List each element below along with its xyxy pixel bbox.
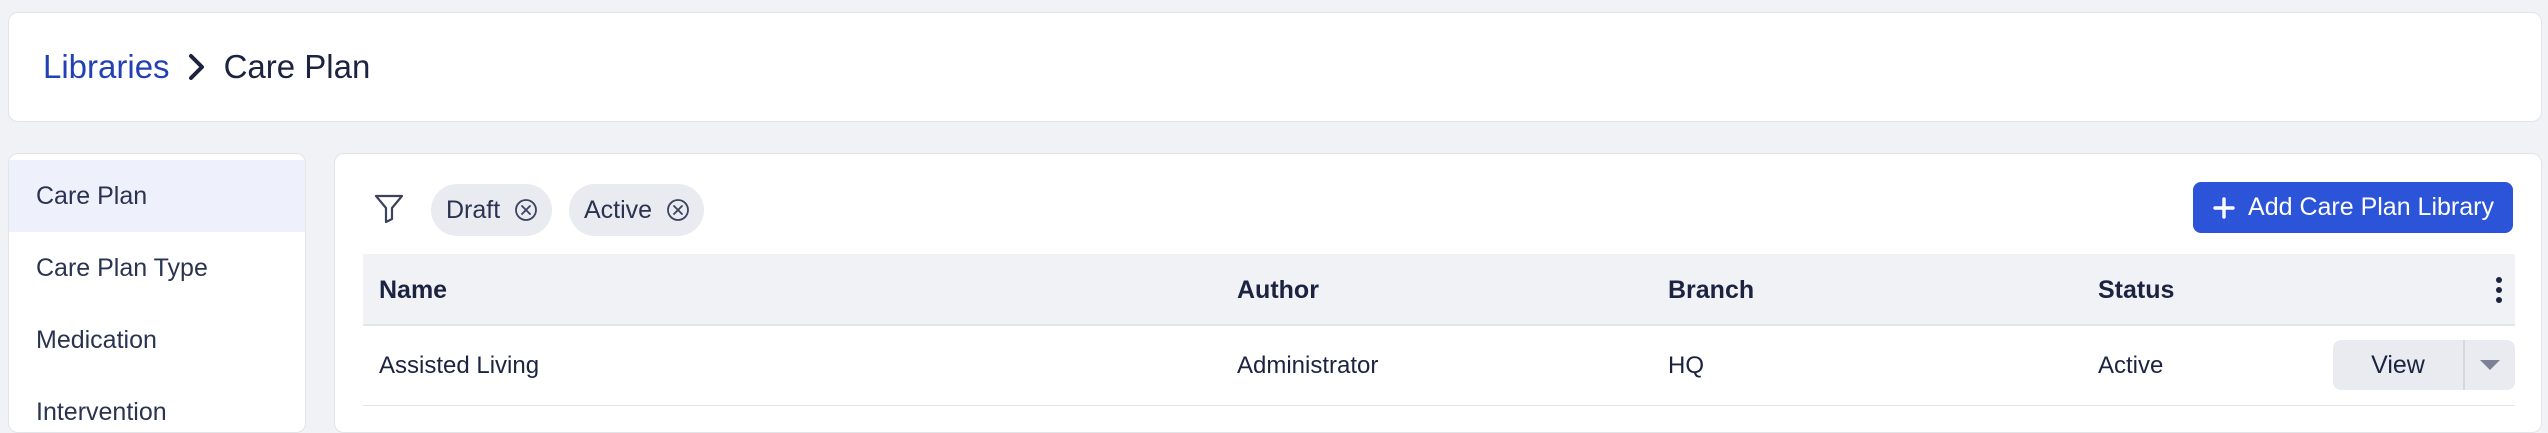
care-plan-table: Name Author Branch Status Assisted Livin… xyxy=(363,254,2515,406)
sidebar-item-medication[interactable]: Medication xyxy=(9,304,305,376)
sidebar-item-label: Care Plan Type xyxy=(36,253,208,282)
chevron-down-icon[interactable] xyxy=(2465,340,2515,390)
chevron-right-icon xyxy=(188,54,206,80)
breadcrumb: Libraries Care Plan xyxy=(43,48,370,86)
page-title: Care Plan xyxy=(223,48,371,85)
filter-icon[interactable] xyxy=(373,192,405,229)
add-button-label: Add Care Plan Library xyxy=(2248,193,2494,221)
column-header-author[interactable]: Author xyxy=(1237,254,1319,326)
breadcrumb-libraries-link[interactable]: Libraries xyxy=(43,48,170,86)
sidebar-item-label: Intervention xyxy=(36,397,167,426)
sidebar-item-care-plan-type[interactable]: Care Plan Type xyxy=(9,232,305,304)
table-header: Name Author Branch Status xyxy=(363,254,2515,326)
sidebar-item-label: Care Plan xyxy=(36,181,148,210)
plus-icon xyxy=(2212,196,2236,220)
filter-chip-label: Active xyxy=(584,195,653,224)
close-circle-icon[interactable] xyxy=(514,198,538,222)
main-panel: Draft Active Add Care Plan Library Name … xyxy=(334,153,2542,433)
sidebar-item-care-plan[interactable]: Care Plan xyxy=(9,160,305,232)
sidebar-item-intervention[interactable]: Intervention xyxy=(9,376,305,432)
filter-chip-label: Draft xyxy=(446,195,501,224)
column-header-name[interactable]: Name xyxy=(379,254,447,326)
filter-toolbar: Draft Active Add Care Plan Library xyxy=(335,154,2541,254)
column-header-branch[interactable]: Branch xyxy=(1668,254,1754,326)
cell-name: Assisted Living xyxy=(379,352,540,379)
filter-chip-draft: Draft xyxy=(431,184,553,236)
column-header-status[interactable]: Status xyxy=(2098,254,2174,326)
filter-chip-active: Active xyxy=(569,184,705,236)
view-button[interactable]: View xyxy=(2333,340,2465,390)
add-care-plan-library-button[interactable]: Add Care Plan Library xyxy=(2193,182,2513,233)
row-action-split-button: View xyxy=(2333,340,2515,390)
header-card: Libraries Care Plan xyxy=(8,12,2542,122)
cell-author: Administrator xyxy=(1237,352,1379,379)
cell-branch: HQ xyxy=(1668,352,1704,379)
sidebar-item-label: Medication xyxy=(36,325,157,354)
kebab-menu-icon[interactable] xyxy=(2495,276,2503,309)
close-circle-icon[interactable] xyxy=(666,198,690,222)
sidebar: Care Plan Care Plan Type Medication Inte… xyxy=(8,153,306,433)
table-row: Assisted Living Administrator HQ Active … xyxy=(363,326,2515,406)
cell-status: Active xyxy=(2098,352,2164,379)
